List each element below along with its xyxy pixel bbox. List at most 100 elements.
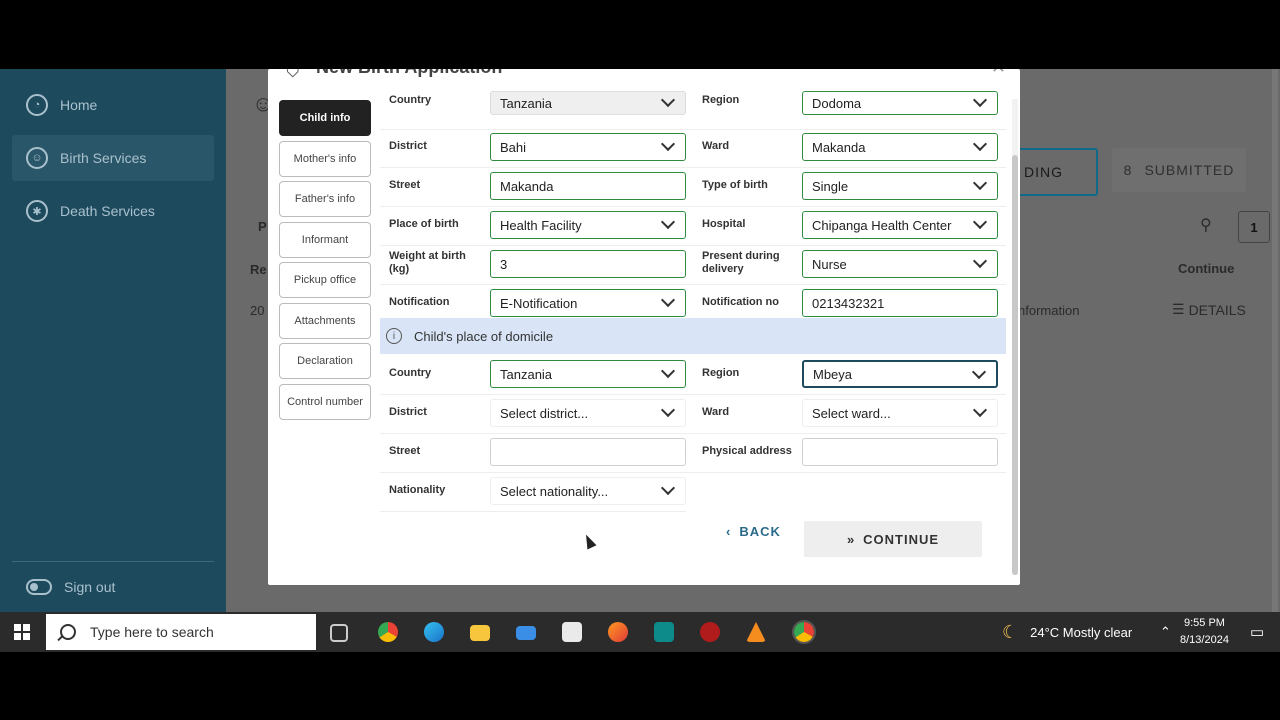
weight-label: Weight at birth (kg) [389, 250, 466, 275]
present-during-delivery-select[interactable]: Nurse [802, 250, 998, 278]
hospital-select[interactable]: Chipanga Health Center [802, 211, 998, 239]
nationality-select[interactable]: Select nationality... [490, 477, 686, 505]
tab-pending[interactable]: DING [1010, 148, 1098, 196]
tab-informant[interactable]: Informant [279, 221, 371, 258]
details-button[interactable]: ☰ DETAILS [1172, 301, 1246, 318]
sidebar-item-birth-services[interactable]: ☺ Birth Services [12, 135, 214, 181]
back-button[interactable]: ‹ BACK [726, 524, 781, 539]
domicile-region-select[interactable]: Mbeya [802, 360, 998, 388]
back-label: BACK [739, 524, 781, 539]
birth-region-select[interactable]: Dodoma [802, 91, 998, 115]
sidebar-item-home[interactable]: ◔ Home [12, 82, 214, 128]
chevron-down-icon [660, 214, 676, 230]
search-icon[interactable]: ⚲ [1200, 215, 1212, 235]
continue-button[interactable]: » CONTINUE [804, 521, 982, 557]
notification-icon[interactable]: ▭ [1250, 612, 1264, 652]
place-of-birth-select[interactable]: Health Facility [490, 211, 686, 239]
birth-ward-select[interactable]: Makanda [802, 133, 998, 161]
tab-control-number[interactable]: Control number [279, 383, 371, 420]
bookmark-icon: ⛉ [286, 69, 300, 81]
notification-no-input[interactable]: 0213432321 [802, 289, 998, 317]
task-view-icon[interactable] [330, 624, 348, 642]
chevron-down-icon [972, 136, 988, 152]
close-icon[interactable]: ✕ [991, 69, 1006, 78]
domicile-country-select[interactable]: Tanzania [490, 360, 686, 388]
domicile-street-input[interactable] [490, 438, 686, 466]
page-scrollbar[interactable] [1272, 69, 1278, 613]
type-of-birth-value: Single [812, 178, 849, 194]
weather-widget[interactable]: ☾ 24°C Mostly clear [1002, 612, 1132, 652]
dashboard-icon: ◔ [26, 94, 48, 116]
birth-street-input[interactable]: Makanda [490, 172, 686, 200]
page-number[interactable]: 1 [1238, 211, 1270, 243]
tab-submitted[interactable]: 8 SUBMITTED [1112, 148, 1246, 192]
birth-ward-value: Makanda [812, 139, 866, 155]
notification-value: E-Notification [500, 295, 578, 311]
region-label: Region [702, 94, 740, 106]
tab-child-info[interactable]: Child info [279, 100, 371, 136]
toggle-icon [26, 579, 52, 595]
notification-select[interactable]: E-Notification [490, 289, 686, 317]
sidebar-item-death-services[interactable]: ✱ Death Services [12, 188, 214, 234]
birth-district-value: Bahi [500, 139, 527, 155]
row-fragment: 20 [250, 303, 265, 318]
domicile-district-select[interactable]: Select district... [490, 399, 686, 427]
store-icon[interactable] [562, 622, 582, 642]
notification-no-label: Notification no [702, 296, 779, 308]
street-label: Street [389, 179, 421, 191]
physical-address-label: Physical address [702, 445, 792, 457]
row-info-text: nformation [1018, 303, 1080, 318]
birth-country-select[interactable]: Tanzania [490, 91, 686, 115]
windows-start-icon[interactable] [14, 624, 30, 640]
sidebar-item-label: Home [60, 97, 98, 113]
chrome-icon[interactable] [378, 622, 398, 642]
domicile-region-value: Mbeya [813, 366, 853, 382]
tab-fathers-info[interactable]: Father's info [279, 181, 371, 217]
sidebar-divider [12, 561, 214, 562]
chevron-down-icon [660, 363, 676, 379]
tab-submitted-label: SUBMITTED [1144, 162, 1235, 178]
double-chevron-right-icon: » [846, 531, 856, 547]
domicile-ward-select[interactable]: Select ward... [802, 399, 998, 427]
recorder-icon[interactable] [700, 622, 720, 642]
clock-date: 8/13/2024 [1180, 634, 1229, 646]
app-icon[interactable] [654, 622, 674, 642]
tab-declaration[interactable]: Declaration [279, 343, 371, 379]
type-of-birth-label: Type of birth [702, 179, 768, 191]
chevron-down-icon [660, 136, 676, 152]
physical-address-input[interactable] [802, 438, 998, 466]
info-icon: i [386, 328, 402, 344]
file-explorer-icon[interactable] [470, 625, 490, 641]
domicile-banner-text: Child's place of domicile [414, 328, 554, 344]
tab-pickup-office[interactable]: Pickup office [279, 262, 371, 298]
edge-icon[interactable] [424, 622, 444, 642]
details-label: DETAILS [1188, 301, 1246, 318]
chevron-down-icon [972, 402, 988, 418]
chevron-down-icon [660, 92, 676, 108]
place-of-birth-value: Health Facility [500, 217, 582, 233]
modal-scrollbar[interactable] [1012, 99, 1018, 575]
chevron-down-icon [972, 214, 988, 230]
firefox-icon[interactable] [608, 622, 628, 642]
tab-attachments[interactable]: Attachments [279, 302, 371, 339]
type-of-birth-select[interactable]: Single [802, 172, 998, 200]
vlc-icon[interactable] [746, 622, 766, 642]
taskbar-search[interactable]: Type here to search [46, 614, 316, 650]
chrome-active-icon[interactable] [792, 620, 816, 644]
mail-icon[interactable] [516, 626, 536, 640]
new-birth-application-modal: ⛉ New Birth Application ✕ Child info Mot… [268, 69, 1020, 585]
column-header-continue: Continue [1178, 261, 1235, 276]
chevron-up-icon[interactable]: ⌃ [1160, 612, 1171, 652]
chevron-down-icon [660, 292, 676, 308]
sidebar-item-label: Birth Services [60, 150, 147, 166]
hospital-label: Hospital [702, 218, 746, 230]
chevron-down-icon [660, 480, 676, 496]
birth-district-select[interactable]: Bahi [490, 133, 686, 161]
sign-out-button[interactable]: Sign out [26, 579, 115, 595]
chevron-down-icon [972, 92, 988, 108]
tab-mothers-info[interactable]: Mother's info [279, 140, 371, 177]
domicile-country-value: Tanzania [500, 366, 553, 382]
modal-scrollbar-thumb[interactable] [1012, 155, 1018, 575]
clock[interactable]: 9:55 PM 8/13/2024 [1180, 615, 1229, 649]
weight-input[interactable]: 3 [490, 250, 686, 278]
